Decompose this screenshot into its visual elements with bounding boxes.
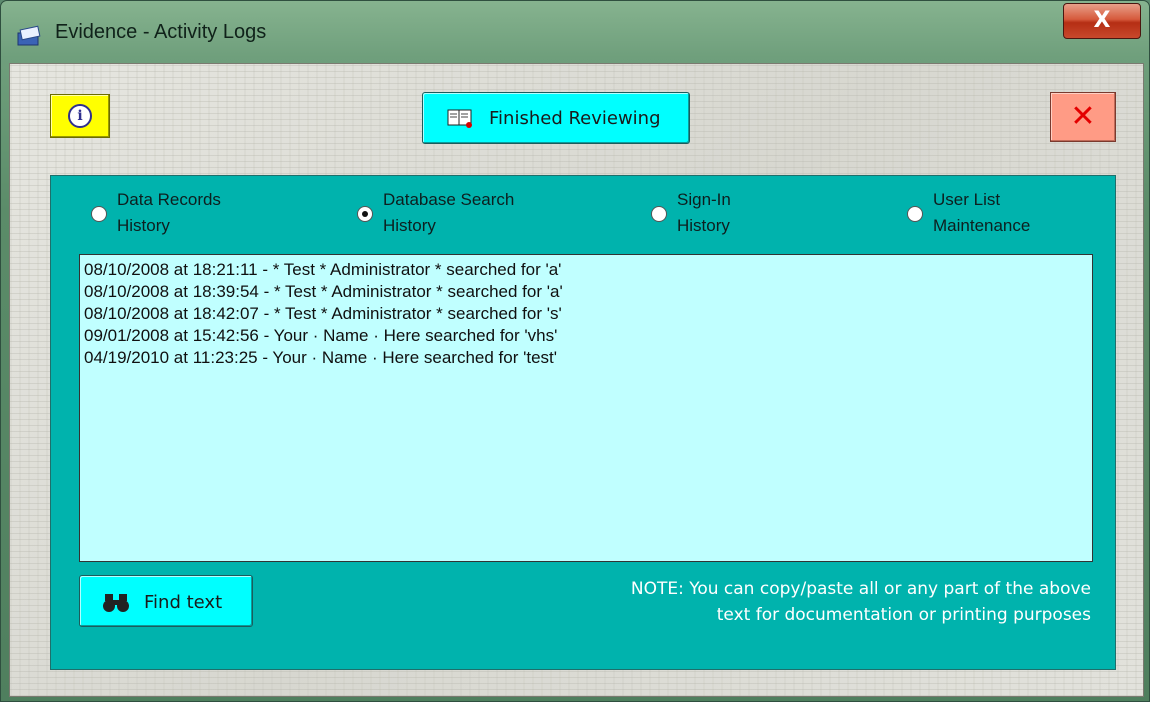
find-text-label: Find text bbox=[144, 592, 223, 613]
window-close-button[interactable]: X bbox=[1063, 3, 1141, 39]
radio-label: History bbox=[383, 216, 436, 235]
logs-panel: Data Records History Database Search His… bbox=[50, 175, 1116, 670]
log-textarea[interactable]: 08/10/2008 at 18:21:11 - * Test * Admini… bbox=[79, 254, 1093, 562]
log-line: 09/01/2008 at 15:42:56 - Your · Name · H… bbox=[84, 326, 558, 345]
log-line: 08/10/2008 at 18:21:11 - * Test * Admini… bbox=[84, 260, 562, 279]
binoculars-icon bbox=[103, 594, 129, 612]
radio-label: History bbox=[677, 216, 730, 235]
info-speech-icon: i bbox=[68, 104, 92, 128]
radio-label: User List bbox=[933, 190, 1001, 209]
title-bar[interactable]: Evidence - Activity Logs X bbox=[1, 1, 1149, 63]
radio-label: History bbox=[117, 216, 170, 235]
note-line: NOTE: You can copy/paste all or any part… bbox=[630, 579, 1091, 599]
book-review-icon bbox=[447, 109, 472, 128]
note-text: NOTE: You can copy/paste all or any part… bbox=[491, 576, 1091, 628]
note-line: text for documentation or printing purpo… bbox=[716, 605, 1091, 625]
finished-reviewing-label: Finished Reviewing bbox=[489, 108, 661, 129]
app-window: Evidence - Activity Logs X i Finished Re… bbox=[0, 0, 1150, 702]
finished-reviewing-button[interactable]: Finished Reviewing bbox=[422, 92, 690, 144]
window-title: Evidence - Activity Logs bbox=[55, 21, 267, 43]
app-icon bbox=[17, 25, 41, 46]
radio-dot-selected[interactable] bbox=[357, 206, 373, 222]
radio-label: Sign-In bbox=[677, 190, 731, 209]
radio-label: Database Search bbox=[383, 190, 515, 209]
radio-label: Maintenance bbox=[933, 216, 1031, 235]
find-text-button[interactable]: Find text bbox=[79, 575, 253, 627]
log-line: 08/10/2008 at 18:39:54 - * Test * Admini… bbox=[84, 282, 563, 301]
log-line: 08/10/2008 at 18:42:07 - * Test * Admini… bbox=[84, 304, 562, 323]
radio-dot[interactable] bbox=[907, 206, 923, 222]
info-button[interactable]: i bbox=[50, 94, 110, 138]
radio-dot[interactable] bbox=[91, 206, 107, 222]
client-area: i Finished Reviewing ✕ Data Records Hist… bbox=[9, 63, 1144, 697]
log-line: 04/19/2010 at 11:23:25 - Your · Name · H… bbox=[84, 348, 558, 367]
radio-label: Data Records bbox=[117, 190, 221, 209]
radio-dot[interactable] bbox=[651, 206, 667, 222]
exit-button[interactable]: ✕ bbox=[1050, 92, 1116, 142]
